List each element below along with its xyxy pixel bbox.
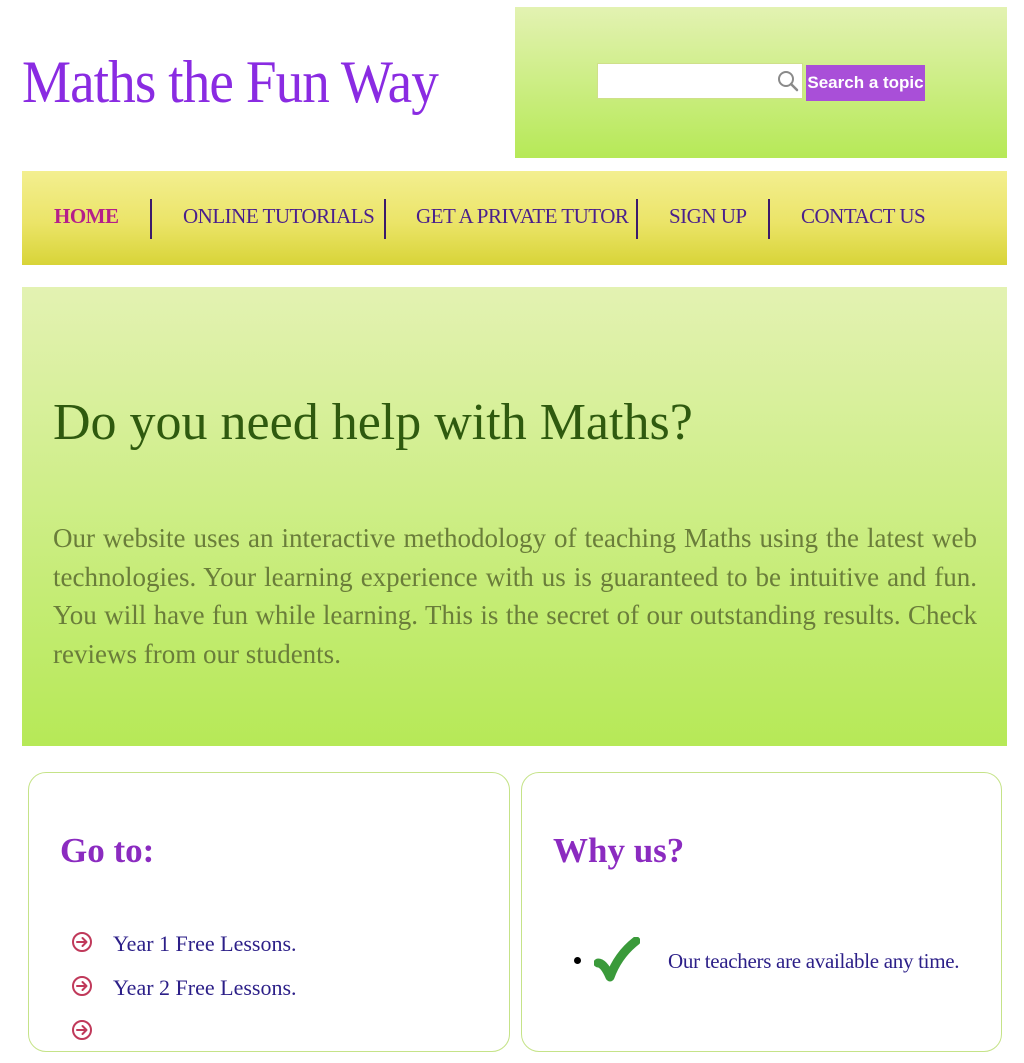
goto-item-year-2[interactable]: Year 2 Free Lessons. [71, 975, 297, 1019]
main-nav: HOME ONLINE TUTORIALS GET A PRIVATE TUTO… [22, 171, 1007, 265]
checkmark-icon [594, 937, 640, 982]
nav-item-online-tutorials[interactable]: ONLINE TUTORIALS [183, 204, 375, 229]
nav-item-contact-us[interactable]: CONTACT US [801, 204, 926, 229]
search-box [597, 63, 803, 99]
goto-card: Go to: Year 1 Free Lessons. Year 2 Free … [28, 772, 510, 1052]
nav-divider [150, 199, 152, 239]
goto-list: Year 1 Free Lessons. Year 2 Free Lessons… [71, 931, 297, 1063]
search-panel: Search a topic [515, 7, 1007, 158]
search-icon[interactable] [776, 69, 800, 93]
search-input[interactable] [598, 64, 776, 98]
goto-title: Go to: [60, 831, 155, 870]
hero-text: Our website uses an interactive methodol… [53, 523, 977, 669]
arrow-circle-icon [72, 932, 92, 952]
nav-divider [384, 199, 386, 239]
why-title: Why us? [553, 831, 685, 870]
nav-divider [636, 199, 638, 239]
nav-item-home[interactable]: HOME [54, 204, 119, 229]
why-card: Why us? Our teachers are available any t… [521, 772, 1002, 1052]
goto-item-3[interactable] [71, 1019, 297, 1063]
arrow-circle-icon [72, 976, 92, 996]
bullet [574, 957, 581, 964]
goto-item-year-1[interactable]: Year 1 Free Lessons. [71, 931, 297, 975]
search-button[interactable]: Search a topic [806, 65, 925, 101]
arrow-circle-icon [72, 1020, 92, 1040]
hero-section: Do you need help with Maths? Our website… [22, 287, 1007, 746]
nav-item-sign-up[interactable]: SIGN UP [669, 204, 747, 229]
hero-heading: Do you need help with Maths? [53, 394, 693, 451]
goto-item-label: Year 2 Free Lessons. [113, 975, 297, 1000]
site-title: Maths the Fun Way [22, 49, 439, 115]
nav-divider [768, 199, 770, 239]
goto-item-label: Year 1 Free Lessons. [113, 931, 297, 956]
nav-item-private-tutor[interactable]: GET A PRIVATE TUTOR [416, 204, 629, 229]
why-item-text: Our teachers are available any time. [668, 949, 960, 973]
